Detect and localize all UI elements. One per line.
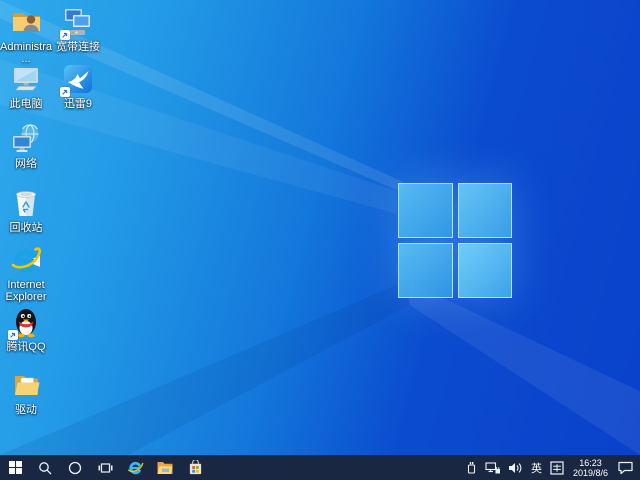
- microsoft-store-icon: [188, 460, 203, 475]
- cortana-icon: [68, 461, 82, 475]
- desktop-icon-xunlei[interactable]: 迅雷9: [52, 62, 104, 110]
- windows-start-icon: [9, 461, 22, 474]
- taskbar: 英 16:23 2019/8/6: [0, 455, 640, 480]
- qq-icon: [9, 305, 43, 339]
- search-icon: [38, 461, 52, 475]
- task-view-icon: [98, 461, 113, 475]
- taskbar-clock[interactable]: 16:23 2019/8/6: [571, 458, 610, 478]
- desktop-wallpaper: Administra... 宽带连接: [0, 0, 640, 455]
- windows-logo: [398, 183, 512, 298]
- desktop-icon-drivers[interactable]: 驱动: [0, 368, 52, 416]
- broadband-icon: [61, 5, 95, 39]
- xunlei-icon: [61, 62, 95, 96]
- cortana-button[interactable]: [60, 455, 90, 480]
- icon-label: Internet Explorer: [0, 279, 52, 303]
- taskbar-microsoft-store-button[interactable]: [180, 455, 210, 480]
- network-icon[interactable]: [485, 461, 501, 475]
- desktop-icon-this-pc[interactable]: 此电脑: [0, 62, 52, 110]
- shortcut-arrow-icon: [60, 87, 70, 97]
- ime-language-indicator[interactable]: 英: [530, 460, 543, 476]
- windows-logo-pane: [398, 243, 453, 298]
- drivers-folder-icon: [9, 368, 43, 402]
- windows-logo-pane: [458, 243, 513, 298]
- taskbar-internet-explorer-button[interactable]: [120, 455, 150, 480]
- desktop-icon-qq[interactable]: 腾讯QQ: [0, 305, 52, 353]
- icon-label: 宽带连接: [56, 41, 100, 53]
- this-pc-icon: [9, 62, 43, 96]
- internet-explorer-icon: [127, 459, 144, 476]
- file-explorer-icon: [157, 461, 173, 475]
- icon-label: 迅雷9: [64, 98, 92, 110]
- network-icon: [9, 122, 43, 156]
- desktop-icon-network[interactable]: 网络: [0, 122, 52, 170]
- clock-date: 2019/8/6: [573, 468, 608, 478]
- windows-logo-pane: [398, 183, 453, 238]
- user-folder-icon: [9, 5, 43, 39]
- desktop-icon-recycle-bin[interactable]: 回收站: [0, 186, 52, 234]
- taskbar-file-explorer-button[interactable]: [150, 455, 180, 480]
- recycle-bin-icon: [9, 186, 43, 220]
- shortcut-arrow-icon: [8, 330, 18, 340]
- start-button[interactable]: [0, 455, 30, 480]
- desktop-icon-broadband[interactable]: 宽带连接: [52, 5, 104, 53]
- icon-label: 腾讯QQ: [6, 341, 45, 353]
- search-button[interactable]: [30, 455, 60, 480]
- action-center-icon[interactable]: [617, 460, 634, 475]
- ime-mode-icon[interactable]: [550, 461, 564, 475]
- windows-logo-pane: [458, 183, 513, 238]
- desktop-icon-internet-explorer[interactable]: Internet Explorer: [0, 243, 52, 303]
- icon-label: 此电脑: [10, 98, 43, 110]
- volume-icon[interactable]: [508, 461, 523, 475]
- icon-label: 网络: [15, 158, 37, 170]
- system-tray: 英 16:23 2019/8/6: [465, 455, 640, 480]
- usb-icon[interactable]: [465, 460, 478, 475]
- internet-explorer-icon: [9, 243, 43, 277]
- shortcut-arrow-icon: [60, 30, 70, 40]
- task-view-button[interactable]: [90, 455, 120, 480]
- desktop-icon-administrator[interactable]: Administra...: [0, 5, 52, 65]
- icon-label: 回收站: [10, 222, 43, 234]
- clock-time: 16:23: [579, 458, 602, 468]
- icon-label: 驱动: [15, 404, 37, 416]
